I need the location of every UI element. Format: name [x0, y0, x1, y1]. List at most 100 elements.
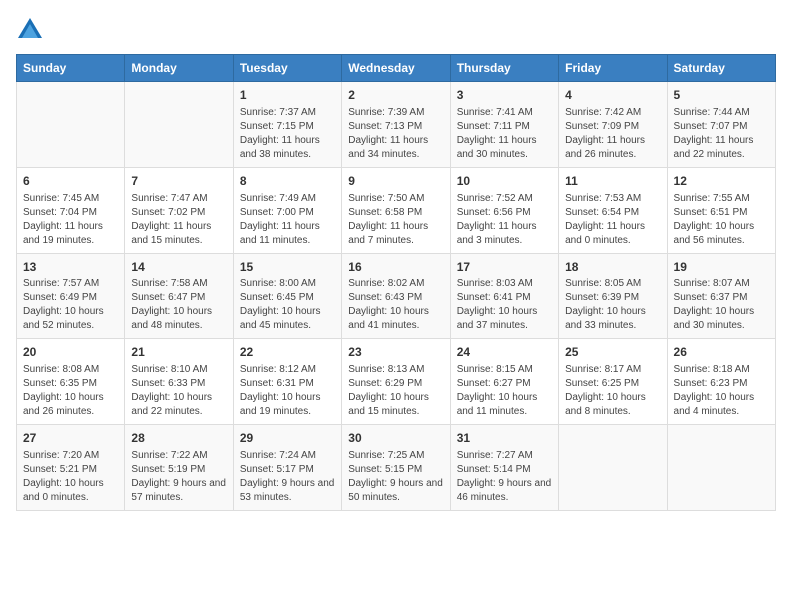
day-number: 3: [457, 87, 552, 104]
calendar-cell: 14Sunrise: 7:58 AM Sunset: 6:47 PM Dayli…: [125, 253, 233, 339]
day-info: Sunrise: 7:25 AM Sunset: 5:15 PM Dayligh…: [348, 449, 443, 505]
day-number: 20: [23, 344, 118, 361]
calendar-cell: 16Sunrise: 8:02 AM Sunset: 6:43 PM Dayli…: [342, 253, 450, 339]
calendar-cell: 7 Sunrise: 7:47 AM Sunset: 7:02 PM Daylig…: [125, 167, 233, 253]
day-info: Sunrise: 8:02 AM Sunset: 6:43 PM Dayligh…: [348, 277, 443, 333]
col-header-friday: Friday: [559, 55, 667, 82]
day-number: 18: [565, 259, 660, 276]
day-info: Sunrise: 7:58 AM Sunset: 6:47 PM Dayligh…: [131, 277, 226, 333]
calendar-table: SundayMondayTuesdayWednesdayThursdayFrid…: [16, 54, 776, 511]
day-info: Sunrise: 7:20 AM Sunset: 5:21 PM Dayligh…: [23, 449, 118, 505]
calendar-week-3: 13Sunrise: 7:57 AM Sunset: 6:49 PM Dayli…: [17, 253, 776, 339]
col-header-saturday: Saturday: [667, 55, 775, 82]
day-number: 25: [565, 344, 660, 361]
calendar-cell: 21 Sunrise: 8:10 AM Sunset: 6:33 PM Dayli…: [125, 339, 233, 425]
col-header-wednesday: Wednesday: [342, 55, 450, 82]
day-info: Sunrise: 7:49 AM Sunset: 7:00 PM Dayligh…: [240, 192, 335, 248]
day-number: 2: [348, 87, 443, 104]
day-info: Sunrise: 8:07 AM Sunset: 6:37 PM Dayligh…: [674, 277, 769, 333]
calendar-cell: [125, 82, 233, 168]
day-info: Sunrise: 7:39 AM Sunset: 7:13 PM Dayligh…: [348, 106, 443, 162]
calendar-cell: [667, 425, 775, 511]
calendar-cell: 23 Sunrise: 8:13 AM Sunset: 6:29 PM Dayli…: [342, 339, 450, 425]
calendar-cell: 29 Sunrise: 7:24 AM Sunset: 5:17 PM Dayli…: [233, 425, 341, 511]
day-number: 15: [240, 259, 335, 276]
calendar-week-2: 6Sunrise: 7:45 AM Sunset: 7:04 PM Daylig…: [17, 167, 776, 253]
calendar-cell: 13Sunrise: 7:57 AM Sunset: 6:49 PM Dayli…: [17, 253, 125, 339]
day-number: 16: [348, 259, 443, 276]
calendar-cell: 27 Sunrise: 7:20 AM Sunset: 5:21 PM Dayli…: [17, 425, 125, 511]
day-info: Sunrise: 8:12 AM Sunset: 6:31 PM Dayligh…: [240, 363, 335, 419]
day-info: Sunrise: 7:47 AM Sunset: 7:02 PM Dayligh…: [131, 192, 226, 248]
day-info: Sunrise: 7:57 AM Sunset: 6:49 PM Dayligh…: [23, 277, 118, 333]
day-number: 26: [674, 344, 769, 361]
calendar-cell: 20 Sunrise: 8:08 AM Sunset: 6:35 PM Dayli…: [17, 339, 125, 425]
day-info: Sunrise: 7:22 AM Sunset: 5:19 PM Dayligh…: [131, 449, 226, 505]
day-number: 7: [131, 173, 226, 190]
day-number: 31: [457, 430, 552, 447]
calendar-cell: 12 Sunrise: 7:55 AM Sunset: 6:51 PM Dayli…: [667, 167, 775, 253]
day-info: Sunrise: 7:24 AM Sunset: 5:17 PM Dayligh…: [240, 449, 335, 505]
calendar-cell: 4Sunrise: 7:42 AM Sunset: 7:09 PM Daylig…: [559, 82, 667, 168]
calendar-cell: 8 Sunrise: 7:49 AM Sunset: 7:00 PM Daylig…: [233, 167, 341, 253]
day-number: 17: [457, 259, 552, 276]
calendar-cell: 11Sunrise: 7:53 AM Sunset: 6:54 PM Dayli…: [559, 167, 667, 253]
day-info: Sunrise: 8:03 AM Sunset: 6:41 PM Dayligh…: [457, 277, 552, 333]
calendar-cell: 18Sunrise: 8:05 AM Sunset: 6:39 PM Dayli…: [559, 253, 667, 339]
day-number: 9: [348, 173, 443, 190]
col-header-monday: Monday: [125, 55, 233, 82]
calendar-cell: 25 Sunrise: 8:17 AM Sunset: 6:25 PM Dayli…: [559, 339, 667, 425]
day-info: Sunrise: 8:13 AM Sunset: 6:29 PM Dayligh…: [348, 363, 443, 419]
calendar-week-4: 20 Sunrise: 8:08 AM Sunset: 6:35 PM Dayli…: [17, 339, 776, 425]
day-number: 23: [348, 344, 443, 361]
day-number: 29: [240, 430, 335, 447]
day-number: 28: [131, 430, 226, 447]
day-info: Sunrise: 7:50 AM Sunset: 6:58 PM Dayligh…: [348, 192, 443, 248]
page-header: [16, 16, 776, 44]
calendar-cell: 3 Sunrise: 7:41 AM Sunset: 7:11 PM Daylig…: [450, 82, 558, 168]
calendar-cell: 9 Sunrise: 7:50 AM Sunset: 6:58 PM Daylig…: [342, 167, 450, 253]
day-info: Sunrise: 8:18 AM Sunset: 6:23 PM Dayligh…: [674, 363, 769, 419]
calendar-cell: 6Sunrise: 7:45 AM Sunset: 7:04 PM Daylig…: [17, 167, 125, 253]
day-info: Sunrise: 8:10 AM Sunset: 6:33 PM Dayligh…: [131, 363, 226, 419]
day-number: 4: [565, 87, 660, 104]
logo-icon: [16, 16, 44, 44]
day-number: 14: [131, 259, 226, 276]
logo: [16, 16, 48, 44]
calendar-cell: 17Sunrise: 8:03 AM Sunset: 6:41 PM Dayli…: [450, 253, 558, 339]
day-info: Sunrise: 7:45 AM Sunset: 7:04 PM Dayligh…: [23, 192, 118, 248]
calendar-week-1: 1 Sunrise: 7:37 AM Sunset: 7:15 PM Daylig…: [17, 82, 776, 168]
day-number: 12: [674, 173, 769, 190]
calendar-cell: 10 Sunrise: 7:52 AM Sunset: 6:56 PM Dayli…: [450, 167, 558, 253]
day-number: 8: [240, 173, 335, 190]
col-header-tuesday: Tuesday: [233, 55, 341, 82]
day-info: Sunrise: 8:08 AM Sunset: 6:35 PM Dayligh…: [23, 363, 118, 419]
calendar-cell: 22Sunrise: 8:12 AM Sunset: 6:31 PM Dayli…: [233, 339, 341, 425]
day-number: 5: [674, 87, 769, 104]
day-info: Sunrise: 8:17 AM Sunset: 6:25 PM Dayligh…: [565, 363, 660, 419]
day-info: Sunrise: 7:55 AM Sunset: 6:51 PM Dayligh…: [674, 192, 769, 248]
day-number: 27: [23, 430, 118, 447]
day-number: 1: [240, 87, 335, 104]
calendar-cell: 5 Sunrise: 7:44 AM Sunset: 7:07 PM Daylig…: [667, 82, 775, 168]
calendar-cell: [559, 425, 667, 511]
day-number: 21: [131, 344, 226, 361]
col-header-sunday: Sunday: [17, 55, 125, 82]
col-header-thursday: Thursday: [450, 55, 558, 82]
day-number: 11: [565, 173, 660, 190]
day-info: Sunrise: 7:41 AM Sunset: 7:11 PM Dayligh…: [457, 106, 552, 162]
day-info: Sunrise: 7:37 AM Sunset: 7:15 PM Dayligh…: [240, 106, 335, 162]
day-info: Sunrise: 7:52 AM Sunset: 6:56 PM Dayligh…: [457, 192, 552, 248]
day-info: Sunrise: 8:15 AM Sunset: 6:27 PM Dayligh…: [457, 363, 552, 419]
calendar-header-row: SundayMondayTuesdayWednesdayThursdayFrid…: [17, 55, 776, 82]
day-info: Sunrise: 8:00 AM Sunset: 6:45 PM Dayligh…: [240, 277, 335, 333]
calendar-cell: 15Sunrise: 8:00 AM Sunset: 6:45 PM Dayli…: [233, 253, 341, 339]
day-info: Sunrise: 7:44 AM Sunset: 7:07 PM Dayligh…: [674, 106, 769, 162]
day-info: Sunrise: 8:05 AM Sunset: 6:39 PM Dayligh…: [565, 277, 660, 333]
calendar-week-5: 27 Sunrise: 7:20 AM Sunset: 5:21 PM Dayli…: [17, 425, 776, 511]
calendar-cell: 2 Sunrise: 7:39 AM Sunset: 7:13 PM Daylig…: [342, 82, 450, 168]
day-number: 24: [457, 344, 552, 361]
calendar-cell: 28 Sunrise: 7:22 AM Sunset: 5:19 PM Dayli…: [125, 425, 233, 511]
calendar-cell: 26 Sunrise: 8:18 AM Sunset: 6:23 PM Dayli…: [667, 339, 775, 425]
day-number: 10: [457, 173, 552, 190]
